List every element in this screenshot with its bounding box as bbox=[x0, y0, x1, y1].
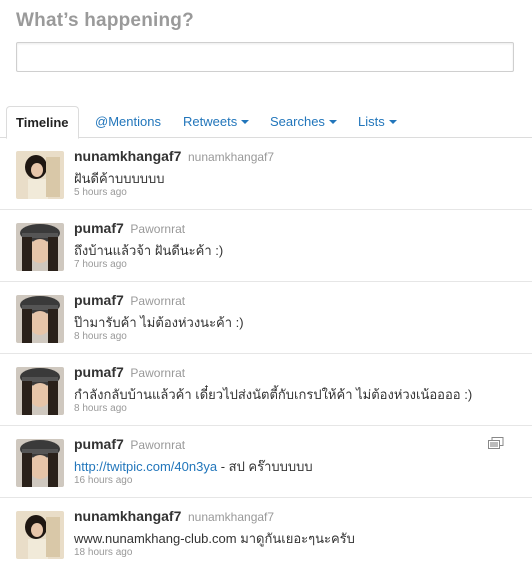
tweet-item: pumaf7 Pawornrat http://twitpic.com/40n3… bbox=[0, 426, 532, 498]
tweet-header: nunamkhangaf7 nunamkhangaf7 bbox=[74, 148, 274, 164]
tweet-text: www.nunamkhang-club.com มาดูกันเยอะๆนะคร… bbox=[74, 531, 355, 546]
screen-name[interactable]: nunamkhangaf7 bbox=[74, 148, 181, 164]
tweet-text: ป๊ามารับค้า ไม่ต้องห่วงนะค้า :) bbox=[74, 315, 244, 330]
tweet-header: pumaf7 Pawornrat bbox=[74, 292, 185, 308]
tweet-item: nunamkhangaf7 nunamkhangaf7 ฝันดีค้าบบบบ… bbox=[0, 138, 532, 210]
screen-name[interactable]: pumaf7 bbox=[74, 364, 124, 380]
chevron-down-icon bbox=[241, 120, 250, 124]
tab-searches-label: Searches bbox=[270, 114, 325, 129]
tab-mentions[interactable]: @Mentions bbox=[95, 106, 161, 138]
tweet-header: pumaf7 Pawornrat bbox=[74, 364, 185, 380]
avatar[interactable] bbox=[16, 223, 64, 271]
screen-name[interactable]: pumaf7 bbox=[74, 220, 124, 236]
tab-mentions-label: @Mentions bbox=[95, 114, 161, 129]
tab-lists-label: Lists bbox=[358, 114, 385, 129]
tab-timeline[interactable]: Timeline bbox=[6, 106, 79, 139]
tweet-timestamp[interactable]: 8 hours ago bbox=[74, 403, 127, 414]
tab-retweets[interactable]: Retweets bbox=[183, 106, 250, 138]
tweet-text-after-link: - สป คร๊าบบบบบ bbox=[217, 459, 313, 474]
full-name: Pawornrat bbox=[130, 366, 186, 380]
avatar[interactable] bbox=[16, 367, 64, 415]
tweet-timestamp[interactable]: 8 hours ago bbox=[74, 331, 127, 342]
tweet-composer: What’s happening? bbox=[0, 0, 532, 106]
tweet-text: กำลังกลับบ้านแล้วค้า เดี๋ยวไปส่งนัตตี้กั… bbox=[74, 387, 473, 402]
chevron-down-icon bbox=[388, 120, 397, 124]
avatar[interactable] bbox=[16, 439, 64, 487]
tweet-item: nunamkhangaf7 nunamkhangaf7 www.nunamkha… bbox=[0, 498, 532, 570]
screen-name[interactable]: pumaf7 bbox=[74, 436, 124, 452]
tweet-link[interactable]: http://twitpic.com/40n3ya bbox=[74, 459, 217, 474]
avatar[interactable] bbox=[16, 511, 64, 559]
tweet-header: nunamkhangaf7 nunamkhangaf7 bbox=[74, 508, 274, 524]
tab-lists[interactable]: Lists bbox=[358, 106, 397, 138]
timeline-tabs: Timeline @Mentions Retweets Searches Lis… bbox=[0, 106, 532, 139]
full-name: nunamkhangaf7 bbox=[187, 150, 275, 164]
composer-title: What’s happening? bbox=[16, 10, 194, 31]
tweet-item: pumaf7 Pawornrat กำลังกลับบ้านแล้วค้า เด… bbox=[0, 354, 532, 426]
screen-name[interactable]: nunamkhangaf7 bbox=[74, 508, 181, 524]
tab-timeline-label: Timeline bbox=[16, 115, 69, 130]
tweet-timestamp[interactable]: 7 hours ago bbox=[74, 259, 127, 270]
chevron-down-icon bbox=[328, 120, 337, 124]
avatar[interactable] bbox=[16, 151, 64, 199]
full-name: Pawornrat bbox=[130, 222, 186, 236]
tweet-text: ถึงบ้านแล้วจ้า ฝันดีนะค้า :) bbox=[74, 243, 224, 258]
media-gallery-icon[interactable] bbox=[488, 436, 504, 454]
tweet-text: ฝันดีค้าบบบบบบ bbox=[74, 171, 165, 186]
avatar[interactable] bbox=[16, 295, 64, 343]
tweet-timestamp[interactable]: 18 hours ago bbox=[74, 547, 132, 558]
tweet-item: pumaf7 Pawornrat ถึงบ้านแล้วจ้า ฝันดีนะค… bbox=[0, 210, 532, 282]
full-name: Pawornrat bbox=[130, 294, 186, 308]
screen-name[interactable]: pumaf7 bbox=[74, 292, 124, 308]
tweet-text: http://twitpic.com/40n3ya - สป คร๊าบบบบบ bbox=[74, 456, 313, 477]
tab-searches[interactable]: Searches bbox=[270, 106, 337, 138]
full-name: nunamkhangaf7 bbox=[187, 510, 275, 524]
tweet-header: pumaf7 Pawornrat bbox=[74, 220, 185, 236]
full-name: Pawornrat bbox=[130, 438, 186, 452]
status-input[interactable] bbox=[16, 42, 514, 72]
tweet-header: pumaf7 Pawornrat bbox=[74, 436, 185, 452]
tab-retweets-label: Retweets bbox=[183, 114, 238, 129]
tweet-item: pumaf7 Pawornrat ป๊ามารับค้า ไม่ต้องห่วง… bbox=[0, 282, 532, 354]
tweet-timestamp[interactable]: 16 hours ago bbox=[74, 475, 132, 486]
tweet-timestamp[interactable]: 5 hours ago bbox=[74, 187, 127, 198]
